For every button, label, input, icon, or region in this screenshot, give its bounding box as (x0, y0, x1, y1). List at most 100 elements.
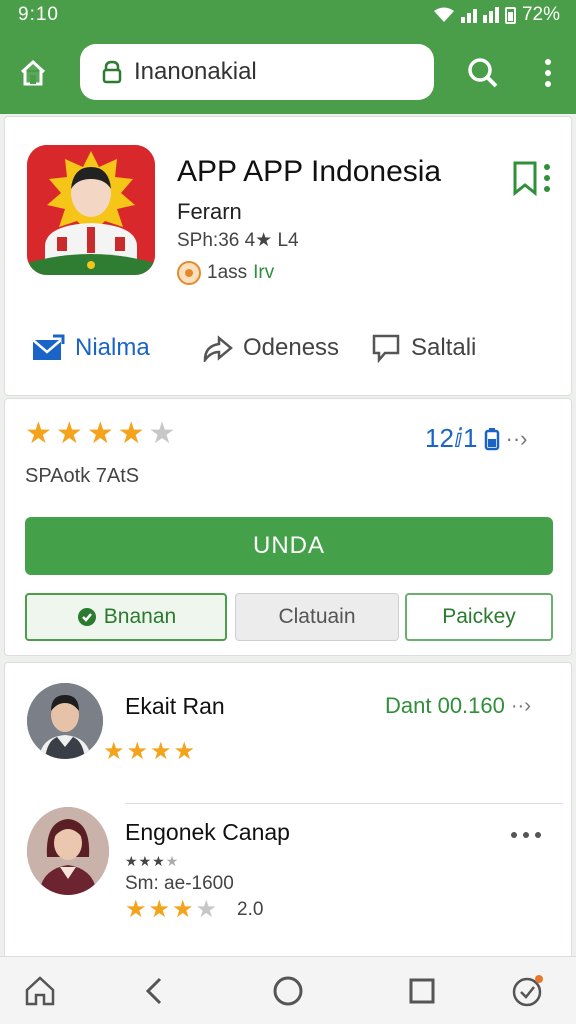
home-button[interactable] (16, 56, 50, 90)
app-title: APP APP Indonesia (177, 155, 442, 188)
signal-icon-2 (482, 7, 499, 23)
reviewer-name: Ekait Ran (125, 693, 225, 719)
star-icon: ★ (25, 417, 52, 450)
app-icon[interactable] (27, 145, 155, 275)
share-icon (203, 335, 233, 362)
status-time: 9:10 (18, 4, 59, 25)
comment-icon (372, 334, 400, 363)
search-icon (468, 58, 498, 88)
system-nav-bar (0, 956, 576, 1024)
home-icon (25, 976, 55, 1006)
star-icon: ★ (173, 738, 196, 765)
reviews-card: Ekait Ran Dant 00.160 ··› ★ ★ ★ ★ Engone… (4, 662, 572, 962)
reviewer-name: Engonek Canap (125, 819, 290, 845)
bookmark-button[interactable] (511, 159, 557, 199)
rating-card: ★ ★ ★ ★ ★ 12ⅈ1 ··› SPAotk 7AtS UNDA Bnan… (4, 398, 572, 656)
star-icon: ★ (55, 417, 83, 450)
chevron-right-icon: ··› (505, 425, 528, 451)
nav-home-button[interactable] (22, 973, 58, 1009)
back-icon (145, 977, 162, 1005)
action-row: Nialma Odeness Saltali (5, 323, 573, 373)
nav-back-button[interactable] (136, 973, 172, 1009)
settings-icon (77, 608, 96, 626)
rating-count: 12ⅈ1 (425, 423, 478, 453)
nav-assistant-button[interactable] (510, 973, 546, 1009)
star-empty-icon: ★ (165, 853, 179, 869)
star-icon: ★ (86, 417, 114, 450)
star-icon: ★ (125, 853, 138, 869)
app-size-extra: 4★ L4 (244, 230, 299, 251)
star-icon: ★ (152, 853, 165, 869)
mail-icon (32, 334, 65, 360)
recents-icon (409, 978, 435, 1004)
battery-icon (504, 6, 516, 24)
badge-count: 1ass (207, 262, 248, 283)
app-logo-image (27, 145, 155, 275)
app-developer[interactable]: Ferarn (177, 199, 242, 225)
browser-toolbar: 9:10 72% Inanonakial (0, 0, 576, 114)
review-meta: Sm: ae-1600 (125, 873, 234, 894)
badge-tag: Irv (253, 262, 275, 283)
review-date: Dant 00.160 (385, 693, 505, 718)
avatar-image (27, 807, 109, 895)
lock-icon (102, 60, 122, 84)
star-icon: ★ (138, 853, 152, 869)
signal-icon (460, 7, 477, 23)
home-icon (20, 59, 46, 86)
secondary-button-1[interactable]: Bnanan (25, 593, 227, 641)
secondary-button-2[interactable]: Clatuain (235, 593, 399, 641)
star-icon: ★ (103, 738, 125, 765)
share-action[interactable]: Odeness (201, 323, 339, 373)
more-vert-icon[interactable] (536, 56, 560, 90)
review-item: Ekait Ran Dant 00.160 ··› ★ ★ ★ ★ (5, 677, 573, 804)
star-icon: ★ (148, 896, 171, 923)
rating-label: SPAotk 7AtS (25, 465, 140, 487)
install-button[interactable]: UNDA (25, 517, 553, 575)
chevron-right-icon: ··› (510, 694, 531, 717)
mail-action[interactable]: Nialma (31, 323, 150, 373)
app-header-card: APP APP Indonesia Ferarn SPh:36 4★ L4 1a… (4, 116, 572, 396)
wifi-icon (433, 7, 454, 22)
app-size: SPh:36 4★ L4 (177, 229, 299, 252)
status-bar: 9:10 72% (0, 0, 576, 30)
battery-level: 72% (521, 4, 560, 25)
share-action-label: Odeness (243, 334, 340, 361)
secondary-button-1-label: Bnanan (103, 605, 177, 628)
star-icon: ★ (126, 738, 149, 765)
comment-action[interactable]: Saltali (371, 323, 476, 373)
url-text: Inanonakial (134, 58, 257, 85)
review-item: Engonek Canap ★ ★ ★ ★ Sm: ae-1600 ★ ★ ★ … (5, 803, 573, 933)
review-mini-stars: ★ ★ ★ ★ (125, 853, 178, 869)
circle-home-icon (273, 976, 303, 1006)
review-stars: ★ ★ ★ ★ (103, 739, 195, 765)
search-button[interactable] (466, 56, 500, 90)
status-icons: 72% (433, 4, 560, 26)
bookmark-icon (513, 161, 550, 197)
rating-stars: ★ ★ ★ ★ ★ (25, 417, 176, 451)
nav-recents-button[interactable] (404, 973, 440, 1009)
coin-icon (177, 261, 201, 285)
star-empty-icon: ★ (195, 896, 218, 923)
app-size-value: SPh:36 (177, 230, 240, 251)
assistant-icon (512, 975, 543, 1007)
secondary-button-3[interactable]: Paickey (405, 593, 553, 641)
more-horiz-icon[interactable] (511, 825, 551, 845)
star-icon: ★ (125, 896, 147, 923)
star-icon: ★ (117, 417, 145, 450)
review-score: 2.0 (237, 899, 264, 920)
star-empty-icon: ★ (148, 417, 176, 450)
star-icon: ★ (172, 896, 194, 923)
review-stars: ★ ★ ★ ★ (125, 897, 217, 923)
review-date-link[interactable]: Dant 00.160 ··› (385, 693, 531, 719)
avatar[interactable] (27, 807, 109, 895)
mail-action-label: Nialma (75, 334, 150, 361)
comment-action-label: Saltali (411, 334, 477, 361)
battery-small-icon (484, 427, 499, 450)
star-icon: ★ (150, 738, 172, 765)
avatar[interactable] (27, 683, 103, 759)
address-bar[interactable]: Inanonakial (80, 44, 434, 100)
nav-home-circle-button[interactable] (270, 973, 306, 1009)
avatar-image (27, 683, 103, 759)
app-badge: 1ass Irv (177, 261, 274, 285)
rating-count-link[interactable]: 12ⅈ1 ··› (425, 423, 528, 454)
